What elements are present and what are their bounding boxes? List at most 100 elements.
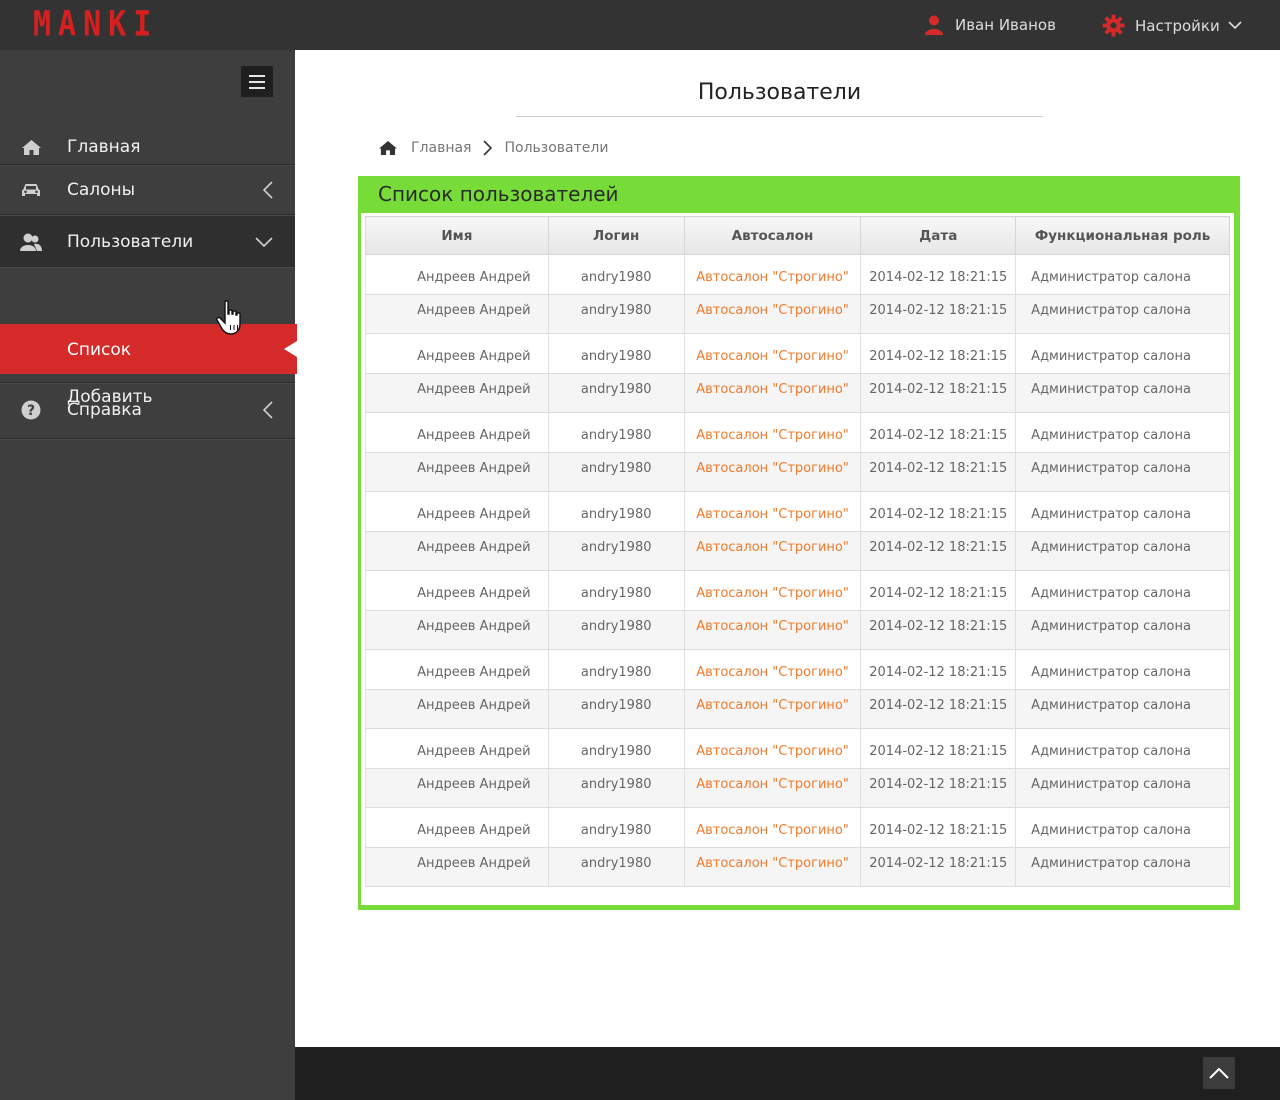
users-icon bbox=[20, 231, 42, 253]
breadcrumb-home-link[interactable]: Главная bbox=[411, 140, 471, 156]
table-cell-login: andry1980 bbox=[547, 728, 685, 769]
table-row[interactable]: Андреев Андрей andry1980 Автосалон "Строги… bbox=[365, 649, 1230, 690]
column-header-date[interactable]: Дата bbox=[860, 216, 1017, 255]
salon-link[interactable]: Автосалон "Строгино" bbox=[696, 777, 849, 792]
divider bbox=[0, 164, 295, 166]
salon-link[interactable]: Автосалон "Строгино" bbox=[696, 698, 849, 713]
home-icon bbox=[20, 136, 42, 158]
users-table: Имя Логин Автосалон Дата Функциональная … bbox=[365, 216, 1230, 887]
top-bar: MANKI Иван Иванов Настройки bbox=[0, 0, 1280, 50]
table-cell-name: Андреев Андрей bbox=[365, 768, 549, 808]
breadcrumb-current: Пользователи bbox=[504, 140, 609, 156]
table-cell-salon: Автосалон "Строгино" bbox=[683, 531, 862, 571]
table-cell-name: Андреев Андрей bbox=[365, 491, 549, 532]
salon-link[interactable]: Автосалон "Строгино" bbox=[696, 349, 849, 364]
table-cell-name: Андреев Андрей bbox=[365, 807, 549, 848]
divider bbox=[0, 266, 295, 268]
table-cell-salon: Автосалон "Строгино" bbox=[683, 847, 862, 887]
settings-menu[interactable]: Настройки bbox=[1102, 14, 1242, 37]
salon-link[interactable]: Автосалон "Строгино" bbox=[696, 507, 849, 522]
table-row[interactable]: Андреев Андрей andry1980 Автосалон "Строги… bbox=[365, 570, 1230, 611]
table-row[interactable]: Андреев Андрей andry1980 Автосалон "Строги… bbox=[365, 333, 1230, 374]
table-cell-name: Андреев Андрей bbox=[365, 452, 549, 492]
table-row[interactable]: Андреев Андрей andry1980 Автосалон "Строги… bbox=[365, 491, 1230, 532]
scroll-to-top-button[interactable] bbox=[1203, 1057, 1235, 1089]
hamburger-icon-line bbox=[249, 74, 265, 77]
table-cell-role: Администратор салона bbox=[1015, 768, 1230, 808]
table-row[interactable]: Андреев Андрей andry1980 Автосалон "Строги… bbox=[365, 294, 1230, 334]
user-name: Иван Иванов bbox=[955, 16, 1056, 34]
table-cell-salon: Автосалон "Строгино" bbox=[683, 689, 862, 729]
salon-link[interactable]: Автосалон "Строгино" bbox=[696, 428, 849, 443]
salon-link[interactable]: Автосалон "Строгино" bbox=[696, 303, 849, 318]
salon-link[interactable]: Автосалон "Строгино" bbox=[696, 856, 849, 871]
table-header-row: Имя Логин Автосалон Дата Функциональная … bbox=[365, 216, 1230, 255]
salon-link[interactable]: Автосалон "Строгино" bbox=[696, 823, 849, 838]
table-row[interactable]: Андреев Андрей andry1980 Автосалон "Строги… bbox=[365, 373, 1230, 413]
salon-link[interactable]: Автосалон "Строгино" bbox=[696, 270, 849, 285]
table-cell-salon: Автосалон "Строгино" bbox=[683, 452, 862, 492]
menu-toggle-button[interactable] bbox=[241, 66, 273, 97]
salon-link[interactable]: Автосалон "Строгино" bbox=[696, 619, 849, 634]
table-cell-date: 2014-02-12 18:21:15 bbox=[860, 491, 1017, 532]
divider bbox=[0, 382, 295, 384]
column-header-salon[interactable]: Автосалон bbox=[683, 216, 862, 255]
table-row[interactable]: Андреев Андрей andry1980 Автосалон "Строги… bbox=[365, 689, 1230, 729]
column-header-role[interactable]: Функциональная роль bbox=[1015, 216, 1230, 255]
table-cell-role: Администратор салона bbox=[1015, 452, 1230, 492]
table-cell-login: andry1980 bbox=[547, 847, 685, 887]
table-cell-name: Андреев Андрей bbox=[365, 294, 549, 334]
chevron-left-icon bbox=[263, 401, 273, 419]
sidebar-item-users[interactable]: Пользователи bbox=[0, 216, 295, 268]
salon-link[interactable]: Автосалон "Строгино" bbox=[696, 540, 849, 555]
salon-link[interactable]: Автосалон "Строгино" bbox=[696, 744, 849, 759]
sidebar-item-label: Главная bbox=[67, 137, 141, 157]
table-cell-role: Администратор салона bbox=[1015, 649, 1230, 690]
table-cell-role: Администратор салона bbox=[1015, 689, 1230, 729]
divider bbox=[0, 438, 295, 440]
table-row[interactable]: Андреев Андрей andry1980 Автосалон "Строги… bbox=[365, 728, 1230, 769]
table-cell-name: Андреев Андрей bbox=[365, 570, 549, 611]
salon-link[interactable]: Автосалон "Строгино" bbox=[696, 665, 849, 680]
sidebar-item-home[interactable]: Главная bbox=[0, 130, 295, 164]
table-cell-salon: Автосалон "Строгино" bbox=[683, 254, 862, 295]
user-menu[interactable]: Иван Иванов bbox=[925, 15, 1056, 35]
table-row[interactable]: Андреев Андрей andry1980 Автосалон "Строги… bbox=[365, 768, 1230, 808]
salon-link[interactable]: Автосалон "Строгино" bbox=[696, 461, 849, 476]
table-cell-name: Андреев Андрей bbox=[365, 254, 549, 295]
table-cell-role: Администратор салона bbox=[1015, 294, 1230, 334]
table-row[interactable]: Андреев Андрей andry1980 Автосалон "Строги… bbox=[365, 254, 1230, 295]
salon-link[interactable]: Автосалон "Строгино" bbox=[696, 586, 849, 601]
hamburger-icon-line bbox=[249, 80, 265, 83]
table-row[interactable]: Андреев Андрей andry1980 Автосалон "Строги… bbox=[365, 531, 1230, 571]
salon-link[interactable]: Автосалон "Строгино" bbox=[696, 382, 849, 397]
logo[interactable]: MANKI bbox=[33, 4, 158, 44]
sidebar-item-salons[interactable]: Салоны bbox=[0, 172, 295, 208]
table-cell-date: 2014-02-12 18:21:15 bbox=[860, 570, 1017, 611]
table-cell-salon: Автосалон "Строгино" bbox=[683, 728, 862, 769]
table-row[interactable]: Андреев Андрей andry1980 Автосалон "Строги… bbox=[365, 452, 1230, 492]
table-cell-login: andry1980 bbox=[547, 373, 685, 413]
table-cell-login: andry1980 bbox=[547, 689, 685, 729]
table-cell-login: andry1980 bbox=[547, 491, 685, 532]
table-row[interactable]: Андреев Андрей andry1980 Автосалон "Строги… bbox=[365, 610, 1230, 650]
table-cell-date: 2014-02-12 18:21:15 bbox=[860, 452, 1017, 492]
page-title: Пользователи bbox=[516, 80, 1043, 117]
table-row[interactable]: Андреев Андрей andry1980 Автосалон "Строги… bbox=[365, 412, 1230, 453]
table-cell-name: Андреев Андрей bbox=[365, 649, 549, 690]
column-header-login[interactable]: Логин bbox=[547, 216, 685, 255]
table-cell-salon: Автосалон "Строгино" bbox=[683, 570, 862, 611]
table-cell-date: 2014-02-12 18:21:15 bbox=[860, 768, 1017, 808]
column-header-name[interactable]: Имя bbox=[365, 216, 549, 255]
sidebar-item-help[interactable]: ? Справка bbox=[0, 390, 295, 430]
sidebar-subitem-list[interactable]: Список bbox=[0, 324, 297, 374]
home-icon[interactable] bbox=[378, 140, 398, 156]
table-cell-login: andry1980 bbox=[547, 610, 685, 650]
sidebar-subitem-label: Список bbox=[67, 340, 132, 360]
table-cell-login: andry1980 bbox=[547, 333, 685, 374]
table-row[interactable]: Андреев Андрей andry1980 Автосалон "Строги… bbox=[365, 847, 1230, 887]
table-cell-name: Андреев Андрей bbox=[365, 689, 549, 729]
table-cell-role: Администратор салона bbox=[1015, 333, 1230, 374]
settings-label: Настройки bbox=[1135, 16, 1220, 35]
table-row[interactable]: Андреев Андрей andry1980 Автосалон "Строги… bbox=[365, 807, 1230, 848]
